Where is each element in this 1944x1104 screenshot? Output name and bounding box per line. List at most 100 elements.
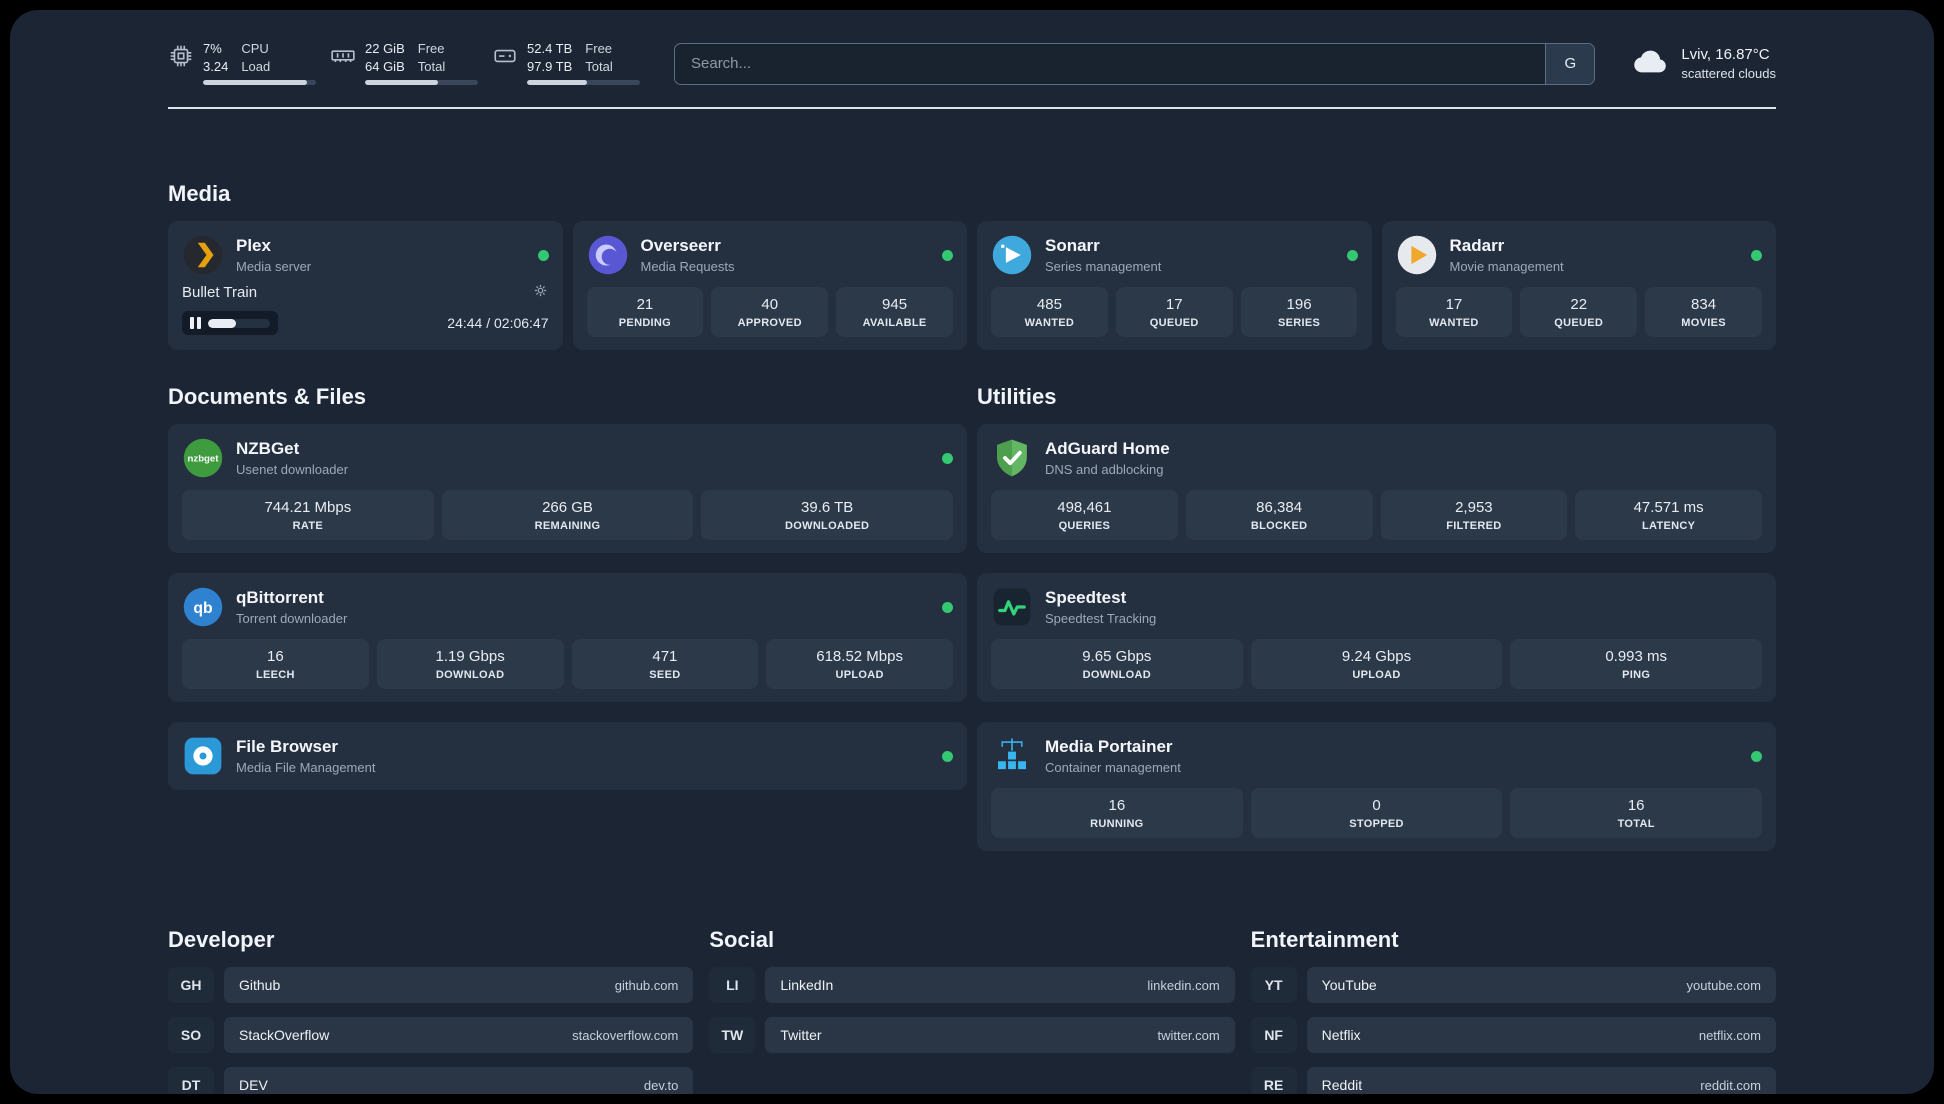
stat-label: REMAINING <box>534 520 601 532</box>
stat-label: UPLOAD <box>1352 669 1401 681</box>
weather-widget[interactable]: Lviv, 16.87°C scattered clouds <box>1629 40 1776 87</box>
top-bar: 7% 3.24 CPU Load 22 GiB 64 GiB Free Tota… <box>168 40 1776 87</box>
player-settings-icon[interactable] <box>532 282 549 303</box>
stat-value: 266 GB <box>542 499 593 516</box>
social-column: Social LI LinkedIn linkedin.com TW Twitt… <box>709 927 1235 1094</box>
bookmark-linkedin[interactable]: LI LinkedIn linkedin.com <box>709 967 1235 1003</box>
app-name: Plex <box>236 236 271 255</box>
stat-label: MOVIES <box>1681 317 1726 329</box>
section-title-documents: Documents & Files <box>168 384 367 409</box>
cpu-load-value: 3.24 <box>203 58 229 74</box>
section-title-utilities: Utilities <box>977 384 1057 409</box>
cpu-icon <box>168 43 194 69</box>
seek-bar[interactable] <box>208 318 270 328</box>
app-subtitle: Container management <box>1045 760 1181 775</box>
bookmark-abbr[interactable]: NF <box>1250 1017 1297 1053</box>
bookmark-netflix[interactable]: NF Netflix netflix.com <box>1250 1017 1776 1053</box>
bookmark-dev[interactable]: DT DEV dev.to <box>168 1067 694 1094</box>
bookmark-abbr[interactable]: GH <box>168 967 214 1003</box>
app-card-qbittorrent[interactable]: qb qBittorrent Torrent downloader 16 LEE… <box>168 573 967 702</box>
bookmark-github[interactable]: GH Github github.com <box>168 967 694 1003</box>
developer-column: Developer GH Github github.com SO StackO… <box>168 927 694 1094</box>
bookmark-link[interactable]: StackOverflow stackoverflow.com <box>224 1017 694 1053</box>
bookmark-url: netflix.com <box>1698 1027 1761 1043</box>
app-subtitle: Series management <box>1045 259 1162 274</box>
app-card-plex[interactable]: Plex Media server Bullet Train 24:44 / 0… <box>168 221 563 350</box>
system-stat-cpu: 7% 3.24 CPU Load <box>168 41 316 86</box>
app-card-radarr[interactable]: Radarr Movie management 17 WANTED 22 QUE… <box>1381 221 1776 350</box>
memory-free-value: 22 GiB <box>365 40 405 56</box>
system-stat-memory: 22 GiB 64 GiB Free Total <box>330 40 478 86</box>
bookmark-abbr[interactable]: LI <box>709 967 756 1003</box>
stat-tile: 945 AVAILABLE <box>836 287 953 337</box>
bookmark-abbr[interactable]: SO <box>168 1017 214 1053</box>
status-dot <box>1346 249 1358 261</box>
app-card-sonarr[interactable]: Sonarr Series management 485 WANTED 17 Q… <box>977 221 1372 350</box>
bookmark-abbr[interactable]: DT <box>168 1067 214 1094</box>
bookmark-link[interactable]: DEV dev.to <box>224 1067 694 1094</box>
bookmark-link[interactable]: Reddit reddit.com <box>1306 1067 1776 1094</box>
bookmark-link[interactable]: YouTube youtube.com <box>1306 967 1776 1003</box>
bookmark-reddit[interactable]: RE Reddit reddit.com <box>1250 1067 1776 1094</box>
bookmark-abbr[interactable]: TW <box>709 1017 756 1053</box>
section-title-media: Media <box>168 181 231 206</box>
bookmark-link[interactable]: Github github.com <box>224 967 694 1003</box>
stat-value: 744.21 Mbps <box>264 499 352 516</box>
bookmark-twitter[interactable]: TW Twitter twitter.com <box>709 1017 1235 1053</box>
stat-label: PING <box>1622 669 1651 681</box>
stat-value: 40 <box>761 296 779 313</box>
stat-tile: 498,461 QUERIES <box>991 490 1178 540</box>
bookmark-name: Netflix <box>1321 1027 1361 1043</box>
app-name: File Browser <box>236 737 339 756</box>
stat-tile: 40 APPROVED <box>711 287 829 337</box>
bookmark-link[interactable]: LinkedIn linkedin.com <box>765 967 1235 1003</box>
bookmark-stackoverflow[interactable]: SO StackOverflow stackoverflow.com <box>168 1017 694 1053</box>
status-dot <box>1751 750 1762 762</box>
app-name: Overseerr <box>640 236 721 255</box>
stat-value: 47.571 ms <box>1633 499 1704 516</box>
app-subtitle: Torrent downloader <box>236 611 348 626</box>
weather-location: Lviv, 16.87°C <box>1681 46 1770 63</box>
app-card-filebrowser[interactable]: File Browser Media File Management <box>168 722 967 790</box>
bookmark-link[interactable]: Netflix netflix.com <box>1306 1017 1776 1053</box>
stat-label: WANTED <box>1429 317 1479 329</box>
stat-label: TOTAL <box>1617 818 1655 830</box>
disk-progress-bar <box>527 80 640 86</box>
middle-two-columns: Documents & Files nzbget NZBGet Usenet d… <box>168 384 1776 871</box>
stat-value: 22 <box>1570 296 1588 313</box>
stat-value: 485 <box>1036 296 1062 313</box>
bookmark-youtube[interactable]: YT YouTube youtube.com <box>1250 967 1776 1003</box>
stat-label: RATE <box>292 520 323 532</box>
app-name: Sonarr <box>1045 236 1100 255</box>
bookmark-link[interactable]: Twitter twitter.com <box>765 1017 1235 1053</box>
nzbget-icon: nzbget <box>182 437 224 479</box>
search-engine-button[interactable]: G <box>1545 43 1595 84</box>
stat-tile: 471 SEED <box>571 639 759 689</box>
app-card-speedtest[interactable]: Speedtest Speedtest Tracking 9.65 Gbps D… <box>977 573 1776 702</box>
stat-tile: 0.993 ms PING <box>1510 639 1763 689</box>
stat-tile: 22 QUEUED <box>1520 287 1638 337</box>
app-subtitle: Media server <box>236 259 312 274</box>
search-input[interactable] <box>675 55 1546 72</box>
bookmark-abbr[interactable]: RE <box>1250 1067 1297 1094</box>
stat-tile: 39.6 TB DOWNLOADED <box>701 490 954 540</box>
bookmark-abbr[interactable]: YT <box>1250 967 1297 1003</box>
load-label: Load <box>241 58 271 74</box>
stat-value: 618.52 Mbps <box>816 648 903 665</box>
svg-text:qb: qb <box>193 600 212 617</box>
app-card-nzbget[interactable]: nzbget NZBGet Usenet downloader 744.21 M… <box>168 424 967 553</box>
pause-button[interactable] <box>190 317 201 329</box>
stat-tile: 9.24 Gbps UPLOAD <box>1250 639 1503 689</box>
stat-value: 945 <box>882 296 908 313</box>
app-card-overseerr[interactable]: Overseerr Media Requests 21 PENDING 40 A… <box>572 221 967 350</box>
stat-value: 16 <box>267 648 284 665</box>
bookmark-url: github.com <box>614 977 679 993</box>
disk-total-label: Total <box>585 58 613 74</box>
status-dot <box>942 601 953 613</box>
stat-tile: 9.65 Gbps DOWNLOAD <box>991 639 1243 689</box>
stat-tile: 1.19 Gbps DOWNLOAD <box>376 639 564 689</box>
stat-value: 16 <box>1627 797 1645 814</box>
app-card-adguard[interactable]: AdGuard Home DNS and adblocking 498,461 … <box>977 424 1776 553</box>
app-card-portainer[interactable]: Media Portainer Container management 16 … <box>977 722 1776 851</box>
stat-label: PENDING <box>618 317 672 329</box>
